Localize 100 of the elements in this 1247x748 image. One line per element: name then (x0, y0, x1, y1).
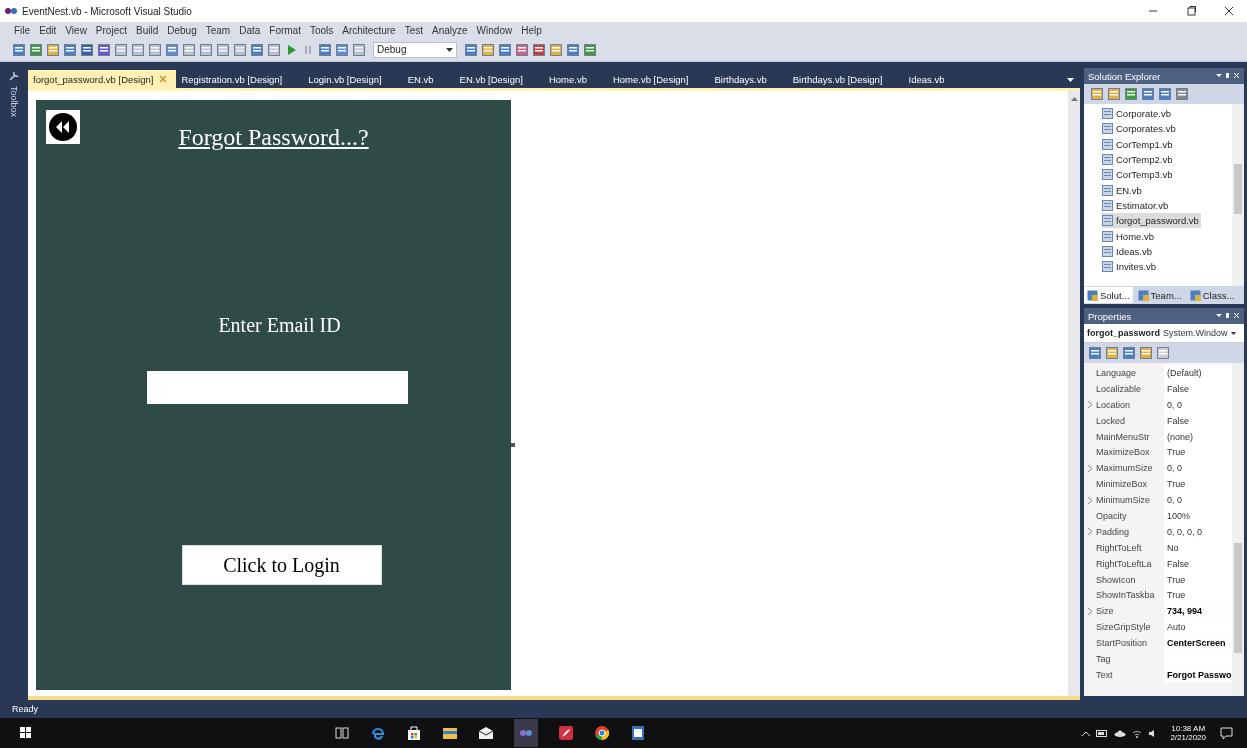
property-value[interactable]: True (1167, 590, 1186, 601)
document-tab[interactable]: Home.vb (543, 70, 596, 88)
property-value[interactable]: 0, 0 (1167, 399, 1182, 410)
file-icon (1102, 123, 1113, 135)
panel-tab[interactable]: Class... (1186, 287, 1238, 303)
chevron-up-icon[interactable] (1082, 730, 1091, 736)
property-value[interactable]: No (1167, 542, 1179, 553)
dropdown-arrow-icon (446, 47, 454, 52)
menu-item[interactable]: Data (239, 24, 261, 36)
restore-icon[interactable] (1185, 5, 1197, 17)
document-tab[interactable]: Birthdays.vb (709, 70, 776, 88)
clock-time[interactable]: 10:38 AM (1171, 724, 1206, 733)
property-name: ShowInTaskba (1096, 589, 1156, 603)
folder-icon[interactable] (442, 725, 458, 741)
back-arrow-icon[interactable] (46, 110, 80, 144)
menu-item[interactable]: Format (269, 24, 301, 36)
menu-item[interactable]: Architecture (342, 24, 396, 36)
battery-icon[interactable] (1096, 729, 1109, 737)
browser-icon[interactable] (370, 725, 386, 741)
menu-item[interactable]: Build (136, 24, 159, 36)
menu-item[interactable]: Project (95, 24, 127, 36)
window-title: EventNest.vb - Microsoft Visual Studio (22, 5, 192, 17)
configuration-dropdown[interactable]: Debug (373, 41, 458, 58)
document-tab[interactable]: EN.vb (402, 70, 443, 88)
solution-file[interactable]: Home.vb (1102, 228, 1156, 244)
task-view-icon[interactable] (334, 725, 350, 741)
pin-icon[interactable] (1216, 72, 1240, 80)
infinity-logo-icon (4, 7, 18, 15)
property-name: Opacity (1096, 509, 1128, 523)
menu-item[interactable]: Help (521, 24, 542, 36)
vertical-scrollbar[interactable] (1068, 91, 1080, 696)
document-tab[interactable]: Registration.vb [Design] (176, 70, 292, 88)
panel-icon (1137, 289, 1149, 301)
property-value[interactable]: True (1167, 447, 1186, 458)
document-tab[interactable]: forgot_password.vb [Design] (28, 70, 177, 88)
menu-item[interactable]: Test (404, 24, 423, 36)
panel-tab[interactable]: Solut... (1084, 287, 1133, 303)
menu-item[interactable]: File (14, 24, 31, 36)
resize-handle-icon[interactable] (511, 443, 515, 447)
document-tab[interactable]: Birthdays.vb [Design] (787, 70, 892, 88)
menu-item[interactable]: View (65, 24, 87, 36)
property-value[interactable]: True (1167, 479, 1186, 490)
windows-logo-icon[interactable] (20, 727, 32, 739)
notification-icon[interactable] (1220, 726, 1233, 740)
menu-item[interactable]: Analyze (432, 24, 468, 36)
file-icon (1102, 138, 1113, 150)
document-icon[interactable] (80, 42, 94, 57)
close-icon[interactable] (1223, 5, 1235, 17)
document-icon[interactable] (630, 725, 646, 741)
panel-title: Solution Explorer (1088, 70, 1161, 82)
vertical-scrollbar[interactable] (1232, 104, 1244, 286)
mail-icon[interactable] (478, 725, 494, 741)
property-name: RightToLeftLa (1096, 557, 1153, 571)
dropdown-arrow-icon[interactable] (1067, 78, 1074, 82)
file-icon (1102, 230, 1113, 242)
menu-item[interactable]: Edit (39, 24, 57, 36)
property-value[interactable]: True (1167, 574, 1186, 585)
document-tab[interactable]: Login.vb [Design] (303, 70, 391, 88)
property-value[interactable]: 0, 0 (1167, 495, 1182, 506)
solution-file[interactable]: CorTemp3.vb (1102, 167, 1175, 183)
menu-item[interactable]: Team (205, 24, 231, 36)
solution-file[interactable]: Ideas.vb (1102, 243, 1154, 259)
solution-file[interactable]: Corporates.vb (1102, 121, 1178, 137)
file-icon (1102, 169, 1113, 181)
menu-item[interactable]: Tools (309, 24, 334, 36)
menu-item[interactable]: Debug (167, 24, 197, 36)
solution-file[interactable]: Estimator.vb (1102, 197, 1171, 214)
property-name: RightToLeft (1096, 541, 1143, 555)
solution-file[interactable]: Corporate.vb (1102, 106, 1173, 122)
pin-icon[interactable] (1216, 312, 1240, 320)
email-input-field[interactable] (147, 371, 408, 404)
vertical-scrollbar[interactable] (1232, 363, 1244, 696)
panel-tab[interactable]: Team... (1134, 287, 1185, 303)
property-value[interactable]: 0, 0 (1167, 463, 1182, 474)
solution-file[interactable]: Invites.vb (1102, 258, 1159, 275)
solution-file[interactable]: forgot_password.vb (1102, 213, 1201, 229)
property-name: MinimizeBox (1096, 478, 1148, 492)
clock-date[interactable]: 2/21/2020 (1170, 733, 1206, 742)
solution-file[interactable]: CorTemp1.vb (1102, 136, 1175, 152)
menu-item[interactable]: Window (476, 24, 513, 36)
property-name: Tag (1096, 652, 1112, 666)
document-tab[interactable]: Ideas.vb (903, 70, 954, 88)
property-name: Padding (1096, 525, 1131, 539)
solution-file[interactable]: CorTemp2.vb (1102, 151, 1175, 168)
feather-icon[interactable] (558, 725, 574, 741)
scroll-up-icon[interactable] (1070, 97, 1078, 101)
document-tab[interactable]: EN.vb [Design] (454, 70, 532, 88)
infinity-logo-icon[interactable] (514, 719, 538, 747)
cloud-icon[interactable] (1114, 729, 1127, 737)
property-value[interactable]: Auto (1167, 622, 1186, 633)
login-button[interactable]: Click to Login (181, 545, 382, 585)
document-tab[interactable]: Home.vb [Design] (607, 70, 698, 88)
wrench-icon[interactable] (8, 70, 20, 82)
chrome-icon[interactable] (594, 725, 610, 741)
property-name: Location (1096, 398, 1132, 412)
shopping-bag-icon[interactable] (406, 725, 422, 741)
solution-file[interactable]: EN.vb (1102, 182, 1144, 198)
wifi-icon[interactable] (1132, 728, 1143, 738)
property-name: SizeGripStyle (1096, 621, 1152, 635)
toolbox-tab[interactable]: Toolbox (9, 86, 19, 118)
